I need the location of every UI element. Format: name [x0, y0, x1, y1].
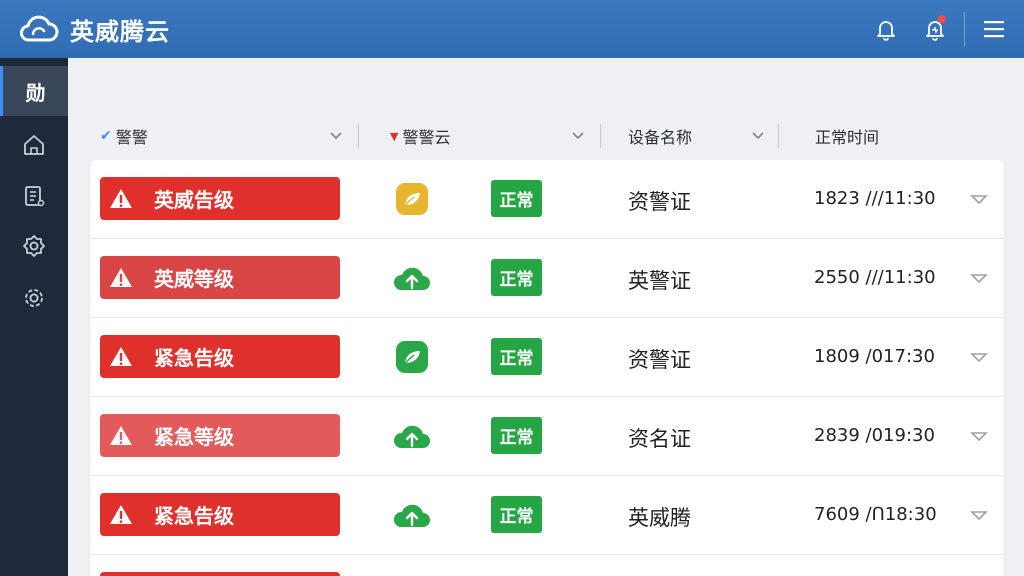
- device-name: 资警证: [628, 190, 691, 214]
- alert-bell-button[interactable]: [920, 14, 950, 44]
- green-upload-cloud-icon: [393, 267, 430, 290]
- alarm-level-label: 紧急告级: [154, 504, 234, 528]
- menu-button[interactable]: [979, 14, 1009, 44]
- device-name: 英警证: [628, 269, 691, 293]
- warning-icon: [110, 425, 132, 445]
- triangle-down-icon[interactable]: [970, 429, 988, 443]
- cloud-logo-icon: [20, 15, 59, 42]
- app-title: 英威腾云: [70, 17, 170, 46]
- green-upload-cloud-icon: [393, 425, 430, 448]
- triangle-down-icon[interactable]: [970, 508, 988, 522]
- chevron-down-icon[interactable]: [750, 128, 766, 144]
- chevron-down-icon[interactable]: [328, 128, 344, 144]
- alarm-level-label: 紧急等级: [154, 425, 234, 449]
- warning-icon: [110, 346, 132, 366]
- column-header-alarm[interactable]: ✔ 警警: [100, 116, 148, 156]
- column-divider: [600, 124, 601, 148]
- warning-icon: [110, 267, 132, 287]
- normal-time: 1823 ///11:30: [814, 188, 936, 209]
- yellow-leaf-cloud-icon: [396, 183, 428, 215]
- alarm-table: 英威告级 正常 资警证 1823 ///11:30 英威等级 正常 英警证 25…: [90, 160, 1004, 576]
- alarm-level-tag[interactable]: 英威等级: [100, 256, 340, 299]
- warning-icon: [110, 188, 132, 208]
- triangle-down-icon[interactable]: [970, 271, 988, 285]
- device-name: 英威腾: [628, 506, 691, 530]
- brand[interactable]: 英威腾云: [18, 10, 170, 48]
- column-header-time[interactable]: 正常时间: [815, 116, 879, 156]
- warning-icon: [110, 504, 132, 524]
- table-row[interactable]: 紧急告级 正常 英威腾 7609 /Ո18:30: [90, 476, 1004, 555]
- alarm-level-tag[interactable]: 紧急告级: [100, 493, 340, 536]
- table-header: ✔ 警警 ▼ 警警云 设备名称 正常时间: [90, 116, 1004, 156]
- sidebar-item-documents[interactable]: [0, 171, 68, 221]
- bell-button[interactable]: [871, 14, 901, 44]
- status-badge: 正常: [491, 180, 542, 217]
- table-row[interactable]: 英威告级 正常 资警证 1823 ///11:30: [90, 160, 1004, 239]
- column-divider: [778, 124, 779, 148]
- alarm-level-tag[interactable]: 紧急告级: [100, 335, 340, 378]
- column-divider: [358, 124, 359, 148]
- status-badge: 正常: [491, 338, 542, 375]
- chevron-down-icon[interactable]: [570, 128, 586, 144]
- top-divider: [964, 12, 965, 46]
- sidebar-item-settings[interactable]: [0, 273, 68, 323]
- document-icon: [25, 186, 45, 207]
- column-header-label: 警警云: [402, 128, 451, 147]
- alarm-level-tag[interactable]: [100, 572, 340, 576]
- alarm-level-label: 紧急告级: [154, 346, 234, 370]
- top-bar: 英威腾云: [0, 0, 1024, 58]
- table-row[interactable]: 紧急告级 正常 资警证 1809 /017:30: [90, 318, 1004, 397]
- column-header-label: 警警: [115, 128, 148, 147]
- alarm-level-label: 英威等级: [154, 267, 234, 291]
- normal-time: 1809 /017:30: [814, 346, 935, 367]
- triangle-down-icon[interactable]: [970, 192, 988, 206]
- triangle-down-icon[interactable]: [970, 350, 988, 364]
- sidebar: 勋: [0, 58, 68, 576]
- status-badge: 正常: [491, 417, 542, 454]
- sidebar-item-active[interactable]: 勋: [0, 66, 68, 116]
- device-name: 资警证: [628, 348, 691, 372]
- check-mark-icon: ✔: [100, 128, 112, 144]
- table-row[interactable]: 英威等级 正常 英警证 2550 ///11:30: [90, 239, 1004, 318]
- normal-time: 7609 /Ո18:30: [814, 504, 937, 525]
- triangle-down-icon: ▼: [390, 129, 399, 143]
- sidebar-item-gear-badge[interactable]: [0, 222, 68, 272]
- home-icon: [24, 135, 44, 155]
- settings-icon: [25, 289, 43, 307]
- status-badge: 正常: [491, 259, 542, 296]
- column-header-device[interactable]: 设备名称: [628, 116, 692, 156]
- status-badge: 正常: [491, 496, 542, 533]
- column-header-label: 设备名称: [628, 128, 693, 147]
- main-content: ✔ 警警 ▼ 警警云 设备名称 正常时间 英威告级 正常 资警证 1823 //…: [68, 58, 1024, 576]
- menu-icon: [984, 21, 1004, 38]
- alarm-level-tag[interactable]: 英威告级: [100, 177, 340, 220]
- column-header-cloud[interactable]: ▼ 警警云: [390, 116, 450, 156]
- table-row[interactable]: 紧急等级 正常 资名证 2839 /019:30: [90, 397, 1004, 476]
- column-header-label: 正常时间: [815, 128, 880, 147]
- sidebar-active-label: 勋: [25, 80, 46, 105]
- gear-badge-icon: [23, 235, 45, 257]
- normal-time: 2839 /019:30: [814, 425, 935, 446]
- normal-time: 2550 ///11:30: [814, 267, 936, 288]
- sidebar-item-home[interactable]: [0, 120, 68, 170]
- alarm-level-tag[interactable]: 紧急等级: [100, 414, 340, 457]
- notification-dot: [938, 15, 946, 23]
- green-upload-cloud-icon: [393, 504, 430, 527]
- device-name: 资名证: [628, 427, 691, 451]
- bell-icon: [877, 21, 895, 41]
- alarm-level-label: 英威告级: [154, 188, 234, 212]
- green-leaf-cloud-icon: [396, 341, 428, 373]
